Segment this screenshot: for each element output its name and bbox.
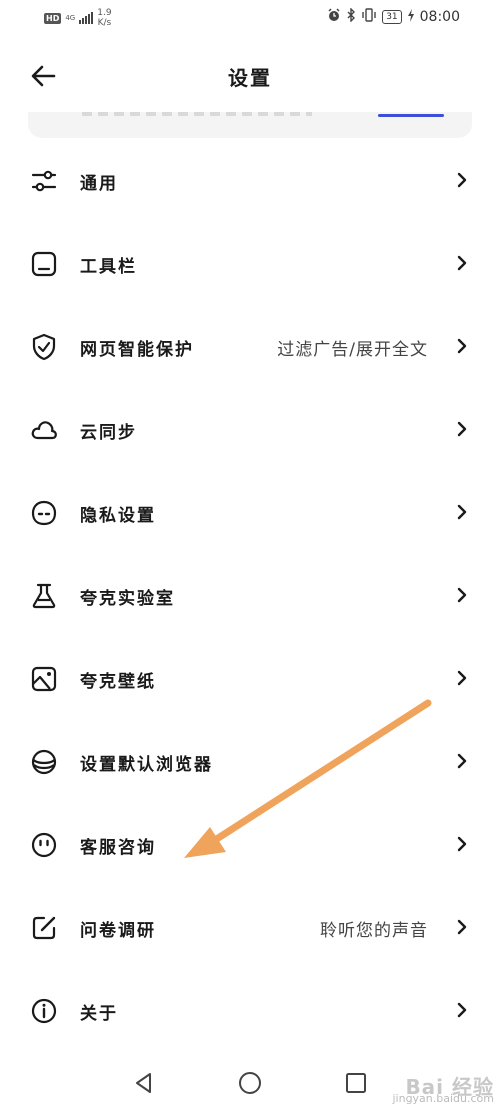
- watermark: Bai 经验 jingyan.baidu.com: [392, 1077, 494, 1105]
- chevron-right-icon: [457, 1002, 467, 1018]
- charging-icon: [407, 8, 415, 26]
- faded-text: [82, 112, 312, 116]
- info-icon: [31, 998, 57, 1024]
- nav-home-icon[interactable]: [237, 1070, 263, 1096]
- status-right: 31 08:00: [327, 7, 460, 26]
- smile-icon: [31, 832, 57, 858]
- menu-item-label: 通用: [80, 174, 118, 194]
- menu-item-wallpaper[interactable]: 夸克壁纸: [0, 638, 500, 720]
- status-bar: HD 4G 1.9 K/s 31 08:00: [0, 0, 500, 36]
- menu-item-label: 客服咨询: [80, 838, 156, 858]
- sliders-icon: [31, 170, 57, 192]
- menu-item-toolbar[interactable]: 工具栏: [0, 223, 500, 305]
- menu-item-label: 关于: [80, 1004, 118, 1024]
- vibrate-icon: [361, 8, 377, 26]
- top-card[interactable]: [28, 112, 472, 138]
- clock: 08:00: [419, 9, 460, 25]
- menu-item-label: 夸克实验室: [80, 589, 175, 609]
- watermark-url: jingyan.baidu.com: [392, 1092, 494, 1105]
- menu-item-label: 问卷调研: [80, 921, 156, 941]
- menu-item-label: 设置默认浏览器: [80, 755, 213, 775]
- chevron-right-icon: [457, 587, 467, 603]
- menu-item-label: 云同步: [80, 423, 137, 443]
- browser-stack-icon: [31, 749, 57, 775]
- battery-level: 31: [382, 10, 402, 24]
- menu-item-web-protection[interactable]: 网页智能保护 过滤广告/展开全文: [0, 306, 500, 388]
- chevron-right-icon: [457, 255, 467, 271]
- system-nav-bar: Bai 经验 jingyan.baidu.com: [0, 1056, 500, 1111]
- bluetooth-icon: [346, 7, 356, 26]
- nav-back-icon[interactable]: [131, 1070, 157, 1096]
- menu-item-value: 聆听您的声音: [320, 921, 428, 941]
- menu-item-label: 网页智能保护: [80, 340, 194, 360]
- menu-item-label: 工具栏: [80, 257, 137, 277]
- status-left: HD 4G 1.9 K/s: [44, 8, 112, 28]
- alarm-icon: [327, 8, 341, 26]
- cloud-icon: [31, 421, 57, 440]
- menu-item-cloud-sync[interactable]: 云同步: [0, 389, 500, 471]
- wallpaper-icon: [31, 666, 57, 692]
- header: 设置: [0, 48, 500, 104]
- menu-item-about[interactable]: 关于: [0, 970, 500, 1052]
- flask-icon: [32, 583, 56, 609]
- menu-item-label: 夸克壁纸: [80, 672, 156, 692]
- network-speed: 1.9 K/s: [97, 8, 111, 28]
- speed-unit: K/s: [97, 18, 112, 28]
- chevron-right-icon: [457, 836, 467, 852]
- menu-item-customer-service[interactable]: 客服咨询: [0, 804, 500, 886]
- page-title: 设置: [228, 66, 272, 90]
- menu-item-label: 隐私设置: [80, 506, 156, 526]
- menu-item-general[interactable]: 通用: [0, 140, 500, 222]
- menu-item-privacy[interactable]: 隐私设置: [0, 472, 500, 554]
- chevron-right-icon: [457, 670, 467, 686]
- privacy-face-icon: [31, 500, 57, 526]
- menu-item-survey[interactable]: 问卷调研 聆听您的声音: [0, 887, 500, 969]
- nav-recents-icon[interactable]: [343, 1070, 369, 1096]
- chevron-right-icon: [457, 172, 467, 188]
- toolbar-icon: [31, 251, 57, 277]
- chevron-right-icon: [457, 753, 467, 769]
- edit-icon: [32, 916, 56, 940]
- chevron-right-icon: [457, 421, 467, 437]
- chevron-right-icon: [457, 338, 467, 354]
- menu-item-value: 过滤广告/展开全文: [277, 340, 428, 360]
- hd-badge: HD: [44, 12, 62, 24]
- speed-value: 1.9: [97, 8, 112, 18]
- shield-check-icon: [32, 333, 56, 361]
- menu-item-lab[interactable]: 夸克实验室: [0, 555, 500, 637]
- menu-item-default-browser[interactable]: 设置默认浏览器: [0, 721, 500, 803]
- accent-bar: [378, 114, 444, 117]
- chevron-right-icon: [457, 919, 467, 935]
- chevron-right-icon: [457, 504, 467, 520]
- signal-icon: [79, 12, 94, 24]
- network-type: 4G: [65, 13, 76, 22]
